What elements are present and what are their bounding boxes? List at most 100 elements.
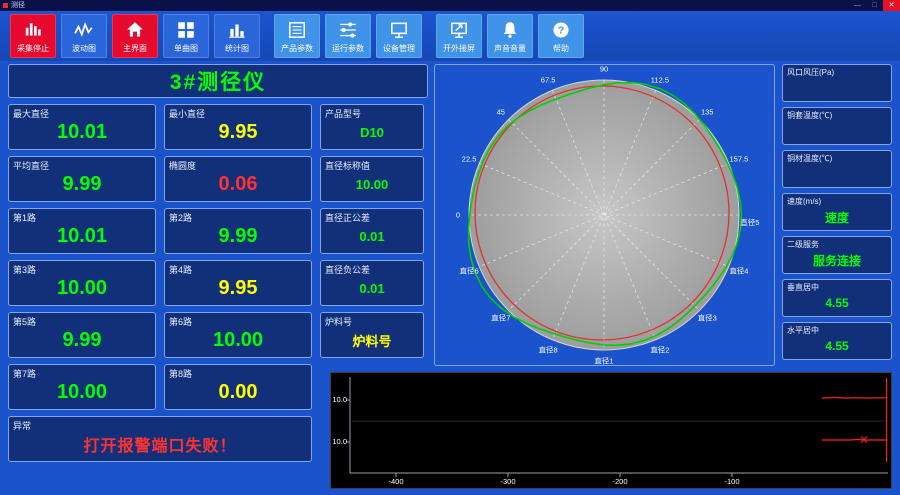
run-params-icon [338, 19, 358, 41]
external-screen-button[interactable]: 开外接屏 [436, 14, 482, 58]
minimize-button[interactable]: — [849, 0, 866, 11]
gauge-field: 第4路 9.95 [164, 260, 312, 306]
polar-angle-label: 67.5 [541, 76, 556, 85]
field-value: 10.00 [56, 276, 108, 299]
field-value [783, 119, 891, 143]
gauge-field: 最小直径 9.95 [164, 104, 312, 150]
field-value: 10.00 [355, 176, 389, 192]
gauge-title: 3#测径仪 [8, 64, 428, 98]
product-params-button[interactable]: 产品参数 [274, 14, 320, 58]
status-field: 铜材温度(℃) [782, 150, 892, 188]
gauge-field: 第1路 10.01 [8, 208, 156, 254]
single-chart-button[interactable]: 单曲图 [163, 14, 209, 58]
window-title: 测径 [11, 2, 25, 9]
gauge-field: 第7路 10.00 [8, 364, 156, 410]
x-tick-label: -300 [500, 477, 515, 486]
sound-volume-button[interactable]: 声音音量 [487, 14, 533, 58]
toolbar-button-label: 帮助 [553, 43, 569, 53]
status-field: 二级服务 服务连接 [782, 236, 892, 274]
polar-diameter-label: 直径4 [729, 265, 748, 275]
gauge-field: 炉料号 炉料号 [320, 312, 424, 358]
field-value: 10.00 [56, 380, 108, 403]
gauge-field: 第8路 0.00 [164, 364, 312, 410]
toolbar-button-label: 单曲图 [174, 43, 198, 53]
toolbar-button-label: 主界面 [123, 43, 147, 53]
toolbar-button-label: 设备管理 [383, 43, 415, 53]
status-field: 水平居中 4.55 [782, 322, 892, 360]
status-field: 速度(m/s) 速度 [782, 193, 892, 231]
status-field: 垂直居中 4.55 [782, 279, 892, 317]
external-screen-icon [449, 19, 469, 41]
gauge-field: 第2路 9.99 [164, 208, 312, 254]
polar-diameter-label: 直径1 [594, 356, 613, 366]
status-field: 风口风压(Pa) [782, 64, 892, 102]
field-value: 4.55 [825, 339, 849, 353]
gauge-field: 直径负公差 0.01 [320, 260, 424, 306]
sound-volume-icon [500, 19, 520, 41]
gauge-field: 第6路 10.00 [164, 312, 312, 358]
status-panel: 风口风压(Pa) 铜套温度(℃) 铜材温度(℃) 速度(m/s) 速度 二级服务 服务连接垂… [782, 64, 892, 360]
field-value: 服务连接 [812, 253, 861, 268]
svg-text:?: ? [558, 24, 564, 36]
device-manage-button[interactable]: 设备管理 [376, 14, 422, 58]
field-value: 0.01 [359, 280, 385, 296]
gauge-field: 直径正公差 0.01 [320, 208, 424, 254]
field-value: 10.00 [212, 328, 264, 351]
field-value: D10 [360, 124, 384, 140]
window-controls: — □ ✕ [849, 0, 900, 11]
device-manage-icon [389, 19, 409, 41]
wave-chart-button[interactable]: 波动图 [61, 14, 107, 58]
titlebar: 测径 — □ ✕ [0, 0, 900, 11]
wave-chart-icon [74, 19, 94, 41]
y-tick-label: 10.0 [332, 437, 347, 446]
toolbar-button-label: 声音音量 [494, 43, 526, 53]
polar-chart-svg: 0 22.5 45 67.5 90 112.5 135 157.5 直径1 直径2 直径3 直径4 直径… [456, 65, 759, 366]
gauge-field: 第3路 10.00 [8, 260, 156, 306]
trend-chart-bg [330, 372, 892, 489]
field-value: 9.95 [218, 276, 258, 299]
gauge-field: 第5路 9.99 [8, 312, 156, 358]
trend-chart: 10.0 10.0 -400 -300 -200 -100 [330, 372, 892, 489]
stats-chart-button[interactable]: 统计图 [214, 14, 260, 58]
collect-stop-button[interactable]: 采集停止 [10, 14, 56, 58]
help-button[interactable]: ? 帮助 [538, 14, 584, 58]
collect-stop-icon [23, 19, 43, 41]
field-value: 9.95 [218, 120, 258, 143]
stats-chart-icon [227, 19, 247, 41]
gauge-field: 最大直径 10.01 [8, 104, 156, 150]
single-chart-icon [176, 19, 196, 41]
home-icon [125, 19, 145, 41]
field-value [783, 162, 891, 186]
x-tick-label: -400 [388, 477, 403, 486]
field-value: 0.06 [218, 172, 258, 195]
toolbar: 采集停止 波动图 主界面 单曲图 统计图 产品参数 运行参数 设备管理 开外接屏 声音音量? 帮助 [0, 11, 900, 61]
gauge-field: 平均直径 9.99 [8, 156, 156, 202]
field-value: 9.99 [62, 328, 102, 351]
y-tick-label: 10.0 [332, 395, 347, 404]
x-tick-label: -200 [612, 477, 627, 486]
field-value: 10.01 [56, 120, 108, 143]
help-icon: ? [551, 19, 571, 41]
field-value [783, 76, 891, 100]
maximize-button[interactable]: □ [866, 0, 883, 11]
field-value: 炉料号 [352, 333, 392, 349]
gauge-field: 产品型号 D10 [320, 104, 424, 150]
app-icon [3, 3, 8, 8]
polar-angle-label: 157.5 [730, 155, 749, 164]
field-value: 速度 [824, 210, 849, 225]
polar-diameter-label: 直径7 [491, 313, 510, 323]
polar-diameter-label: 直径5 [740, 217, 759, 227]
run-params-button[interactable]: 运行参数 [325, 14, 371, 58]
field-value: 4.55 [825, 296, 849, 310]
close-button[interactable]: ✕ [883, 0, 900, 11]
x-tick-label: -100 [724, 477, 739, 486]
trend-trace-upper [821, 396, 887, 399]
polar-diameter-label: 直径2 [650, 344, 669, 354]
field-value: 打开报警端口失败！ [83, 438, 237, 455]
polar-angle-label: 45 [497, 107, 505, 116]
home-button[interactable]: 主界面 [112, 14, 158, 58]
gauge-field: 椭圆度 0.06 [164, 156, 312, 202]
toolbar-button-label: 开外接屏 [443, 43, 475, 53]
field-value: 0.00 [218, 380, 258, 403]
product-params-icon [287, 19, 307, 41]
